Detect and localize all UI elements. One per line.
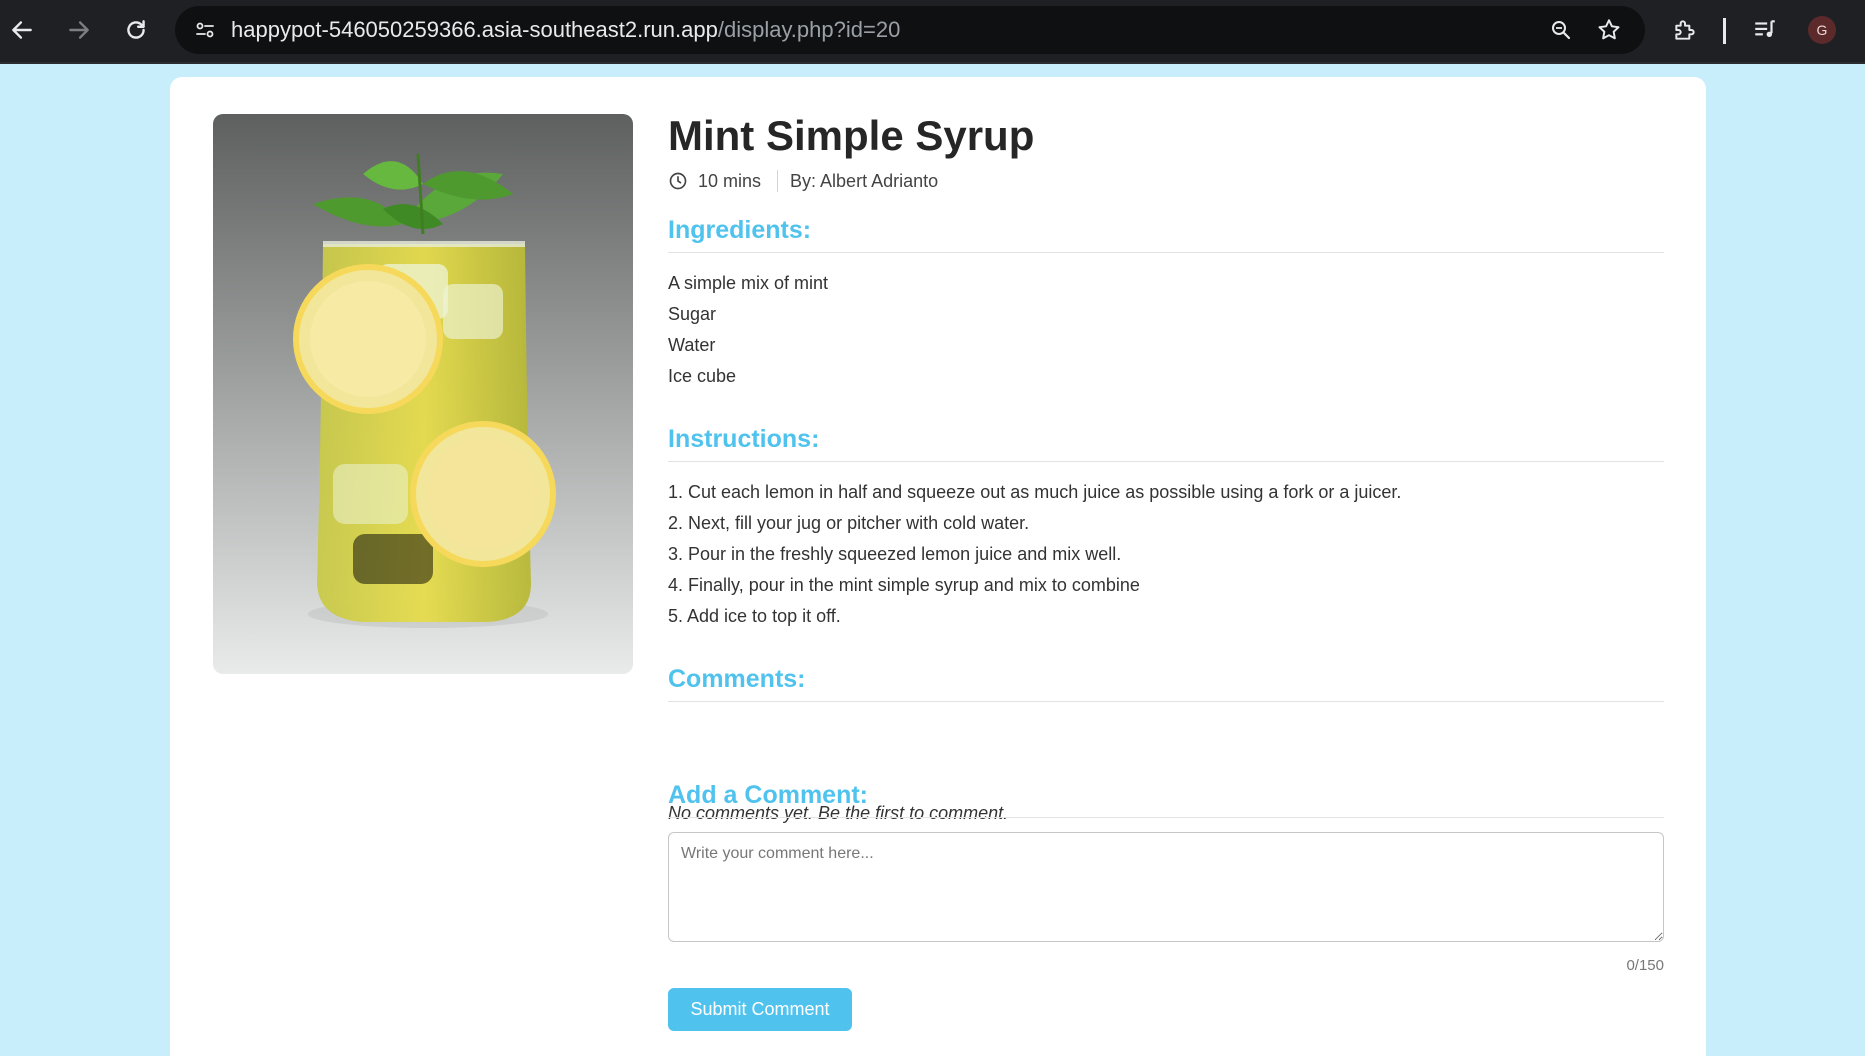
url-host: happypot-546050259366.asia-southeast2.ru…: [231, 17, 718, 42]
zoom-button[interactable]: [1545, 14, 1577, 46]
bookmark-button[interactable]: [1593, 14, 1625, 46]
list-item: 4. Finally, pour in the mint simple syru…: [668, 575, 1140, 595]
recipe-card: Mint Simple Syrup 10 mins By: Albert Adr…: [170, 77, 1706, 1056]
bookmark-star-icon: [1598, 19, 1620, 40]
comments-heading: Comments:: [668, 665, 1664, 702]
toolbar-divider: [1723, 18, 1726, 44]
reload-icon: [127, 20, 145, 39]
list-item: Ice cube: [668, 366, 737, 386]
mint-lemonade-image: [213, 114, 633, 674]
list-item: 2. Next, fill your jug or pitcher with c…: [668, 513, 1030, 533]
reload-button[interactable]: [116, 10, 156, 50]
forward-button[interactable]: [59, 10, 99, 50]
ingredients-list: A simple mix of mint Sugar Water Ice cub…: [668, 268, 828, 392]
cook-time: 10 mins: [698, 170, 762, 191]
comment-input[interactable]: [668, 832, 1664, 942]
profile-avatar[interactable]: G: [1808, 16, 1836, 44]
list-item: 5. Add ice to top it off.: [668, 606, 841, 626]
list-item: 1. Cut each lemon in half and squeeze ou…: [668, 482, 1402, 502]
site-info-icon: [196, 22, 214, 38]
browser-toolbar: happypot-546050259366.asia-southeast2.ru…: [0, 0, 1865, 64]
add-comment-heading: Add a Comment:: [668, 781, 1664, 818]
meta-separator: [777, 170, 779, 192]
recipe-photo: [213, 114, 633, 674]
recipe-meta: 10 mins By: Albert Adrianto: [668, 170, 938, 192]
media-controls-button[interactable]: [1745, 10, 1785, 50]
extensions-button[interactable]: [1665, 10, 1705, 50]
back-icon: [12, 21, 32, 39]
back-button[interactable]: [2, 10, 42, 50]
list-item: 3. Pour in the freshly squeezed lemon ju…: [668, 544, 1122, 564]
submit-comment-button[interactable]: Submit Comment: [668, 988, 852, 1031]
ingredients-heading: Ingredients:: [668, 216, 1664, 253]
url-path: /display.php?id=20: [717, 17, 901, 42]
recipe-title: Mint Simple Syrup: [668, 112, 1035, 159]
extensions-icon: [1675, 20, 1695, 40]
char-counter: 0/150: [1626, 957, 1664, 974]
site-info-button[interactable]: [189, 14, 221, 46]
instructions-heading: Instructions:: [668, 425, 1664, 462]
recipe-author: By: Albert Adrianto: [790, 170, 939, 191]
list-item: Water: [668, 335, 716, 355]
media-controls-icon: [1755, 20, 1775, 38]
zoom-icon: [1552, 21, 1571, 40]
address-bar[interactable]: happypot-546050259366.asia-southeast2.ru…: [175, 6, 1645, 54]
clock-icon: [669, 172, 687, 190]
list-item: Sugar: [668, 304, 717, 324]
instructions-list: 1. Cut each lemon in half and squeeze ou…: [668, 477, 1401, 632]
forward-icon: [69, 21, 89, 39]
url-text[interactable]: happypot-546050259366.asia-southeast2.ru…: [231, 18, 900, 42]
list-item: A simple mix of mint: [668, 273, 829, 293]
